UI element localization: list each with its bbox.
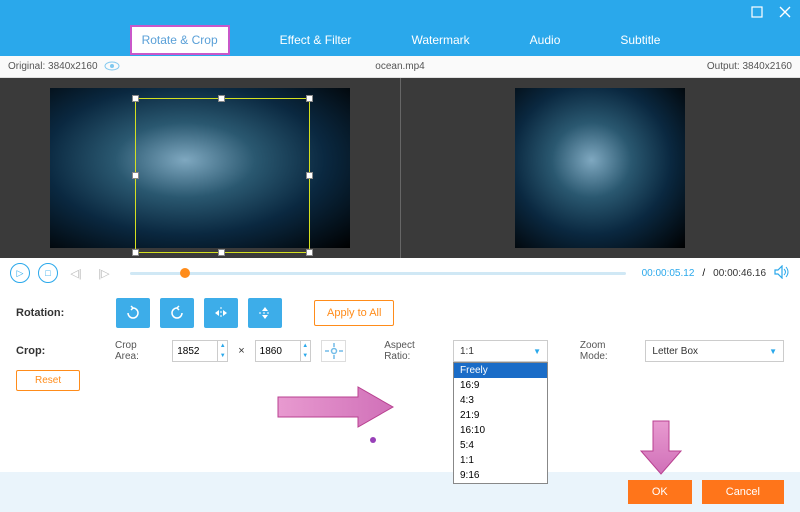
- crop-handle-bc[interactable]: [218, 249, 225, 256]
- info-bar: Original: 3840x2160 ocean.mp4 Output: 38…: [0, 56, 800, 78]
- tab-watermark[interactable]: Watermark: [401, 27, 479, 53]
- controls-panel: Rotation: Apply to All Crop: Crop Area: …: [0, 288, 800, 407]
- preview-output: [401, 78, 800, 258]
- preview-original: [0, 78, 401, 258]
- minimize-button[interactable]: [750, 5, 764, 19]
- close-button[interactable]: [778, 5, 792, 19]
- preview-area: [0, 78, 800, 258]
- reset-button[interactable]: Reset: [16, 370, 80, 391]
- crop-height-input[interactable]: [255, 340, 301, 362]
- tab-subtitle[interactable]: Subtitle: [610, 27, 670, 53]
- crop-area-label: Crop Area:: [115, 340, 162, 362]
- video-output: [515, 88, 685, 248]
- ok-button[interactable]: OK: [628, 480, 692, 504]
- playback-slider[interactable]: [130, 272, 626, 275]
- aspect-ratio-select[interactable]: 1:1 ▼ Freely 16:9 4:3 21:9 16:10 5:4 1:1…: [453, 340, 548, 362]
- crop-handle-tr[interactable]: [306, 95, 313, 102]
- crop-width-spinner[interactable]: ▲▼: [218, 340, 228, 362]
- tab-rotate-crop[interactable]: Rotate & Crop: [130, 25, 230, 55]
- aspect-ratio-label: Aspect Ratio:: [384, 340, 443, 362]
- aspect-option-4-3[interactable]: 4:3: [454, 393, 547, 408]
- titlebar: [0, 0, 800, 24]
- rotation-label: Rotation:: [16, 307, 106, 319]
- video-original[interactable]: [50, 88, 350, 248]
- crop-handle-tl[interactable]: [132, 95, 139, 102]
- crop-handle-bl[interactable]: [132, 249, 139, 256]
- aspect-option-9-16[interactable]: 9:16: [454, 468, 547, 483]
- aspect-option-5-4[interactable]: 5:4: [454, 438, 547, 453]
- original-label: Original: 3840x2160: [8, 61, 98, 72]
- aspect-option-16-9[interactable]: 16:9: [454, 378, 547, 393]
- crop-width-input[interactable]: [172, 340, 218, 362]
- tab-audio[interactable]: Audio: [520, 27, 571, 53]
- prev-frame-button[interactable]: ◁|: [66, 263, 86, 283]
- tab-effect-filter[interactable]: Effect & Filter: [270, 27, 362, 53]
- cancel-button[interactable]: Cancel: [702, 480, 784, 504]
- eye-icon[interactable]: [104, 60, 120, 74]
- apply-to-all-button[interactable]: Apply to All: [314, 300, 394, 326]
- crop-handle-ml[interactable]: [132, 172, 139, 179]
- zoom-mode-value: Letter Box: [652, 346, 698, 357]
- crop-handle-br[interactable]: [306, 249, 313, 256]
- footer-bar: OK Cancel: [0, 472, 800, 512]
- annotation-arrow-ok: [636, 416, 686, 476]
- crop-height-spinner[interactable]: ▲▼: [301, 340, 311, 362]
- zoom-mode-label: Zoom Mode:: [580, 340, 636, 362]
- crop-label: Crop:: [16, 345, 105, 357]
- time-duration: 00:00:46.16: [713, 268, 766, 279]
- caret-down-icon: ▼: [769, 347, 777, 356]
- time-sep: /: [702, 268, 705, 279]
- crop-box[interactable]: [135, 98, 310, 253]
- aspect-option-1-1[interactable]: 1:1: [454, 453, 547, 468]
- annotation-dot: [370, 437, 376, 443]
- zoom-mode-select[interactable]: Letter Box ▼: [645, 340, 784, 362]
- aspect-option-16-10[interactable]: 16:10: [454, 423, 547, 438]
- volume-icon[interactable]: [774, 265, 790, 282]
- aspect-option-21-9[interactable]: 21:9: [454, 408, 547, 423]
- player-bar: ▷ □ ◁| |▷ 00:00:05.12 / 00:00:46.16: [0, 258, 800, 288]
- flip-vertical-button[interactable]: [248, 298, 282, 328]
- caret-down-icon: ▼: [533, 347, 541, 356]
- crop-handle-tc[interactable]: [218, 95, 225, 102]
- aspect-ratio-dropdown: Freely 16:9 4:3 21:9 16:10 5:4 1:1 9:16: [453, 362, 548, 484]
- filename-label: ocean.mp4: [375, 61, 424, 72]
- rotate-right-button[interactable]: [160, 298, 194, 328]
- times-label: ×: [238, 345, 244, 357]
- aspect-ratio-value: 1:1: [460, 346, 474, 357]
- next-frame-button[interactable]: |▷: [94, 263, 114, 283]
- tab-bar: Rotate & Crop Effect & Filter Watermark …: [0, 24, 800, 56]
- rotate-left-button[interactable]: [116, 298, 150, 328]
- play-button[interactable]: ▷: [10, 263, 30, 283]
- flip-horizontal-button[interactable]: [204, 298, 238, 328]
- crop-handle-mr[interactable]: [306, 172, 313, 179]
- output-label: Output: 3840x2160: [707, 61, 792, 72]
- center-crop-button[interactable]: [321, 340, 347, 362]
- stop-button[interactable]: □: [38, 263, 58, 283]
- slider-thumb[interactable]: [180, 268, 190, 278]
- time-current: 00:00:05.12: [642, 268, 695, 279]
- aspect-option-freely[interactable]: Freely: [454, 363, 547, 378]
